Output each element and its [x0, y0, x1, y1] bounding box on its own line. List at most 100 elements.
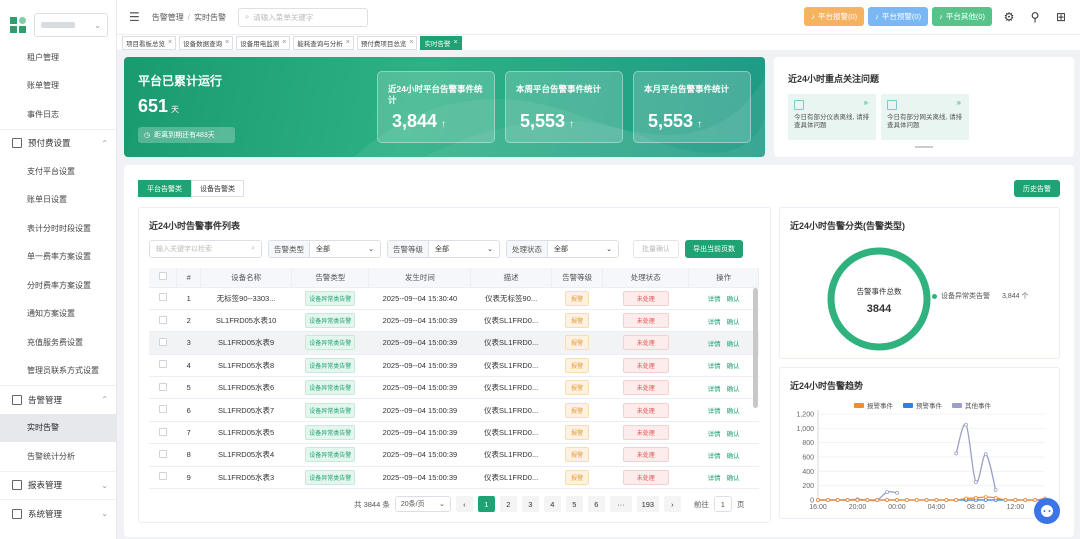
data-point[interactable]: [934, 498, 939, 502]
page-button[interactable]: 3: [521, 496, 539, 512]
table-row[interactable]: 2 SL1FRD05水表10 设备异常类告警 2025--09--04 15:00:3…: [149, 309, 759, 333]
detail-link[interactable]: 详情: [708, 386, 721, 393]
table-row[interactable]: 3 SL1FRD05水表9 设备异常类告警 2025--09--04 15:00:39…: [149, 331, 759, 355]
table-row[interactable]: 4 SL1FRD05水表8 设备异常类告警 2025--09--04 15:00:39…: [149, 354, 759, 378]
menu-toggle-icon[interactable]: ☰: [129, 10, 140, 24]
sidebar-item-5[interactable]: 账单日设置: [0, 186, 116, 215]
data-point[interactable]: [1023, 498, 1028, 502]
data-point[interactable]: [954, 498, 959, 502]
data-point[interactable]: [865, 498, 870, 502]
data-point[interactable]: [1033, 498, 1038, 502]
table-row[interactable]: 7 SL1FRD05水表5 设备异常类告警 2025--09--04 15:00:39…: [149, 421, 759, 445]
detail-link[interactable]: 详情: [708, 475, 721, 482]
sidebar-item-16[interactable]: 系统管理 ⌄: [0, 499, 116, 528]
export-page-button[interactable]: 导出当前页数: [685, 240, 743, 258]
detail-link[interactable]: 详情: [708, 408, 721, 415]
tab-2[interactable]: 设备用电监测 ×: [236, 35, 291, 50]
row-checkbox[interactable]: [158, 427, 167, 436]
prev-page-button[interactable]: ‹: [455, 496, 473, 512]
focus-card-gateways[interactable]: » 今日有部分网关离线, 请排查具体问题: [881, 94, 969, 140]
table-row[interactable]: 9 SL1FRD05水表3 设备异常类告警 2025--09--04 15:00:39…: [149, 466, 759, 490]
row-checkbox[interactable]: [158, 337, 167, 346]
data-point[interactable]: [835, 498, 840, 502]
data-point[interactable]: [964, 422, 968, 427]
data-point[interactable]: [875, 498, 880, 502]
data-point[interactable]: [855, 498, 860, 502]
row-checkbox[interactable]: [158, 382, 167, 391]
segment-platform[interactable]: 平台告警类: [138, 180, 191, 197]
close-icon[interactable]: ×: [453, 39, 457, 46]
detail-link[interactable]: 详情: [708, 296, 721, 303]
sidebar-item-3[interactable]: 预付费设置 ⌃: [0, 128, 116, 158]
confirm-link[interactable]: 确认: [727, 386, 740, 393]
page-button[interactable]: 2: [499, 496, 517, 512]
platform-other-button[interactable]: ♪ 平台其他(0): [932, 7, 992, 26]
sidebar-item-15[interactable]: 报表管理 ⌄: [0, 470, 116, 500]
sidebar-item-1[interactable]: 账单管理: [0, 72, 116, 101]
focus-scroll-indicator[interactable]: [915, 146, 933, 148]
segment-device[interactable]: 设备告警类: [191, 180, 244, 197]
data-point[interactable]: [993, 488, 998, 492]
confirm-link[interactable]: 确认: [727, 363, 740, 370]
goto-page-input[interactable]: 1: [713, 496, 732, 512]
data-point[interactable]: [895, 490, 899, 495]
confirm-link[interactable]: 确认: [727, 341, 740, 348]
data-point[interactable]: [944, 498, 949, 502]
data-point[interactable]: [974, 495, 978, 500]
sidebar-item-2[interactable]: 事件日志: [0, 100, 116, 129]
data-point[interactable]: [895, 498, 899, 502]
tab-3[interactable]: 能耗查询与分析 ×: [293, 35, 354, 50]
confirm-link[interactable]: 确认: [727, 408, 740, 415]
close-icon[interactable]: ×: [225, 39, 229, 46]
sidebar-item-7[interactable]: 单一费率方案设置: [0, 243, 116, 272]
confirm-link[interactable]: 确认: [727, 453, 740, 460]
data-point[interactable]: [954, 451, 959, 456]
data-point[interactable]: [816, 498, 820, 502]
row-checkbox[interactable]: [158, 315, 167, 324]
page-button[interactable]: 6: [587, 496, 605, 512]
tab-0[interactable]: 项目看板总览 ×: [122, 35, 177, 50]
table-row[interactable]: 6 SL1FRD05水表7 设备异常类告警 2025--09--04 15:00:39…: [149, 398, 759, 422]
focus-card-meters[interactable]: » 今日有部分仪表离线, 请排查具体问题: [788, 94, 876, 140]
page-size-select[interactable]: 20条/页 ⌄: [394, 496, 451, 512]
keyword-search-input[interactable]: 输入关键字以检索 ⌕: [149, 240, 262, 258]
platform-warning-button[interactable]: ♪ 平台预警(0): [868, 7, 929, 26]
data-point[interactable]: [845, 498, 850, 502]
close-icon[interactable]: ×: [168, 39, 172, 46]
data-point[interactable]: [1003, 498, 1008, 502]
history-alarm-button[interactable]: 历史告警: [1014, 180, 1060, 197]
close-icon[interactable]: ×: [409, 39, 413, 46]
close-icon[interactable]: ×: [346, 39, 350, 46]
data-point[interactable]: [885, 490, 889, 495]
confirm-link[interactable]: 确认: [727, 475, 740, 482]
tenant-select[interactable]: ⌄: [34, 13, 108, 37]
next-page-button[interactable]: ›: [663, 496, 681, 512]
detail-link[interactable]: 详情: [708, 453, 721, 460]
platform-alarm-button[interactable]: ♪ 平台报警(0): [804, 7, 865, 26]
confirm-link[interactable]: 确认: [727, 431, 740, 438]
row-checkbox[interactable]: [158, 472, 167, 481]
menu-search-input[interactable]: ⌕ 请输入菜单关键字: [238, 7, 368, 27]
tab-1[interactable]: 设备数据查询 ×: [179, 35, 234, 50]
data-point[interactable]: [974, 480, 978, 484]
sidebar-item-0[interactable]: 租户管理: [0, 43, 116, 72]
sidebar-item-4[interactable]: 支付平台设置: [0, 157, 116, 186]
gear-icon[interactable]: ⚙: [1000, 10, 1018, 24]
sidebar-item-10[interactable]: 充值服务费设置: [0, 328, 116, 357]
data-point[interactable]: [964, 496, 968, 501]
table-row[interactable]: 1 无标签90--3303... 设备异常类告警 2025--09--04 15:30…: [149, 287, 759, 310]
page-button[interactable]: 5: [565, 496, 583, 512]
page-button[interactable]: 1: [477, 496, 495, 512]
row-checkbox[interactable]: [158, 449, 167, 458]
table-row[interactable]: 8 SL1FRD05水表4 设备异常类告警 2025--09--04 15:00:39…: [149, 443, 759, 467]
detail-link[interactable]: 详情: [708, 341, 721, 348]
tab-4[interactable]: 预付费项目总览 ×: [356, 35, 418, 50]
select-all-checkbox[interactable]: [158, 272, 167, 281]
row-checkbox[interactable]: [158, 405, 167, 414]
data-point[interactable]: [993, 495, 998, 500]
sidebar-item-8[interactable]: 分时费率方案设置: [0, 271, 116, 300]
sidebar-item-9[interactable]: 通知方案设置: [0, 300, 116, 329]
tab-5[interactable]: 实时告警 ×: [420, 35, 462, 50]
close-icon[interactable]: ×: [282, 39, 286, 46]
data-point[interactable]: [885, 498, 889, 502]
